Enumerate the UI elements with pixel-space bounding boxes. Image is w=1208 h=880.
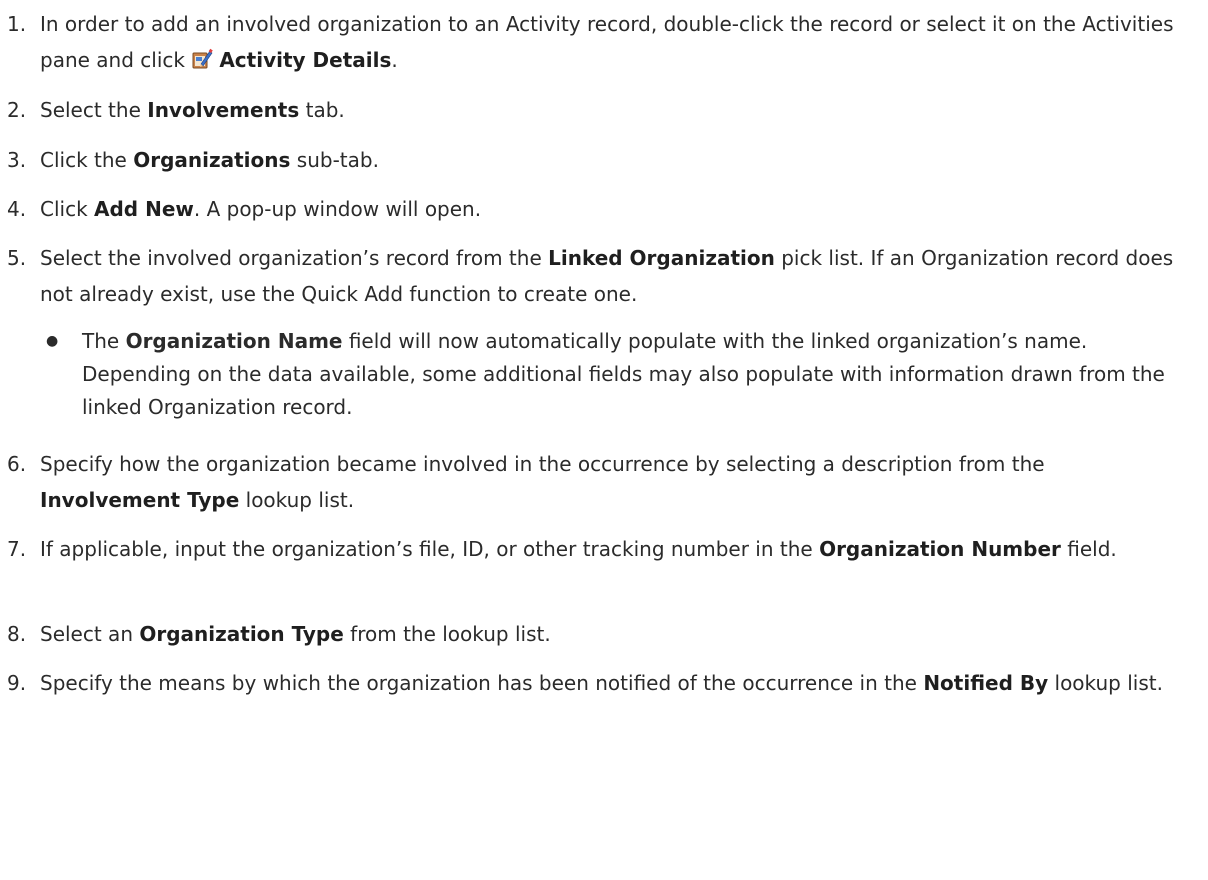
step-number: 6. xyxy=(7,452,27,476)
step-1: 1. In order to add an involved organizat… xyxy=(0,6,1180,78)
step-5-bullet: ● The Organization Name field will now a… xyxy=(42,325,1182,424)
bullet-text: The Organization Name field will now aut… xyxy=(82,329,1165,419)
bullet-dot: ● xyxy=(46,333,59,349)
step-3: 3. Click the Organizations sub-tab. xyxy=(0,142,1180,178)
step-text: Click the Organizations sub-tab. xyxy=(40,148,379,172)
activity-details-icon xyxy=(191,45,214,69)
step-number: 9. xyxy=(7,671,27,695)
step-text: Select the involved organization’s recor… xyxy=(40,246,1174,306)
step-number: 4. xyxy=(7,197,27,221)
step-number: 3. xyxy=(7,148,27,172)
step-text: If applicable, input the organization’s … xyxy=(40,537,1117,561)
step-number: 5. xyxy=(7,246,27,270)
step-7: 7. If applicable, input the organization… xyxy=(0,531,1180,567)
step-text: Specify the means by which the organizat… xyxy=(40,671,1163,695)
step-5: 5. Select the involved organization’s re… xyxy=(0,240,1180,312)
step-4: 4. Click Add New. A pop-up window will o… xyxy=(0,191,1180,227)
step-text: Specify how the organization became invo… xyxy=(40,452,1045,512)
step-number: 1. xyxy=(7,12,27,36)
step-text: Select an Organization Type from the loo… xyxy=(40,622,551,646)
step-9: 9. Specify the means by which the organi… xyxy=(0,665,1180,701)
step-8: 8. Select an Organization Type from the … xyxy=(0,616,1180,652)
step-number: 2. xyxy=(7,98,27,122)
step-text: Select the Involvements tab. xyxy=(40,98,345,122)
step-2: 2. Select the Involvements tab. xyxy=(0,92,1180,128)
step-text: Click Add New. A pop-up window will open… xyxy=(40,197,482,221)
step-number: 7. xyxy=(7,537,27,561)
step-text: In order to add an involved organization… xyxy=(40,12,1174,72)
step-number: 8. xyxy=(7,622,27,646)
step-6: 6. Specify how the organization became i… xyxy=(0,446,1180,518)
